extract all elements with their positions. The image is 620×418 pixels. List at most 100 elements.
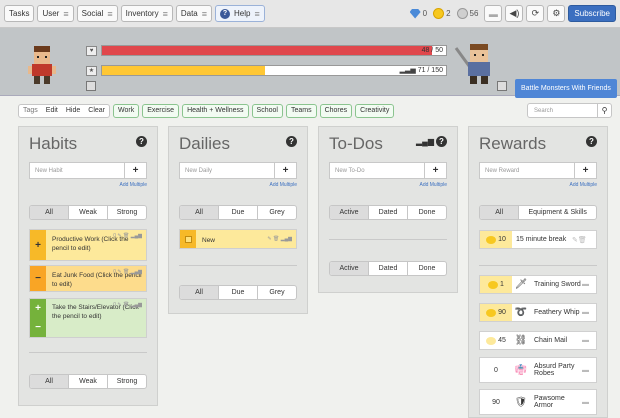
plus-button[interactable]: + [30,299,46,318]
new-daily-input[interactable]: New Daily [180,168,274,174]
user-menu[interactable]: User ≡ [37,5,74,22]
edit-icon[interactable]: ✎ [117,302,121,308]
task-controls[interactable]: 0 ✎ 🗑 ▂▄▆ [113,302,142,308]
social-menu[interactable]: Social ≡ [76,5,118,22]
edit-icon[interactable]: ✎ [117,269,121,275]
edit-icon[interactable]: ✎ [267,236,271,242]
tag-chip-chores[interactable]: Chores [319,104,353,118]
tag-chip-health[interactable]: Health + Wellness [182,104,249,118]
add-todo-button[interactable]: + [424,163,446,178]
chat-button[interactable]: ▬ [484,5,503,22]
habit-task[interactable]: − Eat Junk Food (Click the pencil to edi… [29,265,147,292]
tab-strong[interactable]: Strong [107,375,146,388]
trash-icon[interactable]: 🗑 [123,269,129,275]
chart-icon[interactable]: ▂▄▆ [131,233,142,239]
help-icon[interactable]: ? [436,136,447,147]
tab-weak[interactable]: Weak [68,375,107,388]
help-icon[interactable]: ? [586,136,597,147]
add-multiple-link[interactable]: Add Multiple [569,182,597,188]
comment-icon[interactable]: ▬ [582,367,596,374]
comment-icon[interactable]: ▬ [582,337,596,344]
shop-item[interactable]: 90 🛡 Pawsome Armor ▬ [479,389,597,415]
add-habit-button[interactable]: + [124,163,146,178]
add-multiple-link[interactable]: Add Multiple [419,182,447,188]
add-daily-button[interactable]: + [274,163,296,178]
shop-item[interactable]: 1 🗡 Training Sword ▬ [479,275,597,294]
trash-icon[interactable]: 🗑 [578,237,587,244]
subscribe-button[interactable]: Subscribe [568,5,616,22]
inventory-menu[interactable]: Inventory ≡ [120,5,173,22]
habit-task[interactable]: + − Take the Stairs/Elevator (Click the … [29,298,147,338]
tag-chip-creativity[interactable]: Creativity [355,104,395,118]
item-price-button[interactable]: 1 [480,276,512,293]
reward-price-button[interactable]: 10 [480,231,512,248]
tab-done[interactable]: Done [407,262,446,275]
plus-button[interactable]: + [30,230,46,260]
item-price-button[interactable]: 0 [480,358,512,382]
edit-icon[interactable]: ✎ [117,233,121,239]
tab-equipment-skills[interactable]: Equipment & Skills [518,206,596,219]
tab-weak[interactable]: Weak [68,206,107,219]
comment-icon[interactable]: ▬ [582,399,596,406]
task-controls[interactable]: ✎🗑 [572,236,596,244]
hide-tags-button[interactable]: Hide [62,104,84,118]
new-reward-input[interactable]: New Reward [480,168,574,174]
help-menu[interactable]: ? Help ≡ [215,5,265,22]
tab-all[interactable]: All [30,206,68,219]
chart-icon[interactable]: ▂▄▆ [131,269,142,275]
tab-dated[interactable]: Dated [368,262,407,275]
tab-all[interactable]: All [30,375,68,388]
tab-dated[interactable]: Dated [368,206,407,219]
sync-button[interactable]: ⟳ [526,5,545,22]
gems-stat[interactable]: 0 [409,8,427,19]
avatar[interactable] [20,42,64,88]
trash-icon[interactable]: 🗑 [123,233,129,239]
trash-icon[interactable]: 🗑 [123,302,129,308]
chart-icon[interactable]: ▂▄▆ [416,137,434,146]
shop-item[interactable]: 45 ⛓ Chain Mail ▬ [479,331,597,350]
search-icon[interactable]: ⚲ [597,104,611,117]
comment-icon[interactable]: ▬ [582,281,596,288]
tab-strong[interactable]: Strong [107,206,146,219]
minus-button[interactable]: − [30,318,46,337]
data-menu[interactable]: Data ≡ [175,5,213,22]
habit-task[interactable]: + Productive Work (Click the pencil to e… [29,229,147,261]
new-todo-input[interactable]: New To-Do [330,168,424,174]
search-input[interactable]: Search [528,108,597,114]
shop-item[interactable]: 90 ➰ Feathery Whip ▬ [479,303,597,322]
tasks-menu[interactable]: Tasks [4,5,35,22]
trash-icon[interactable]: 🗑 [273,236,279,242]
help-icon[interactable]: ? [286,136,297,147]
party-pet-slot-icon[interactable] [497,81,507,91]
tab-grey[interactable]: Grey [257,286,296,299]
sound-button[interactable]: ◀) [505,5,524,22]
battle-monsters-button[interactable]: Battle Monsters With Friends [515,79,617,98]
tag-chip-school[interactable]: School [251,104,283,118]
tab-active[interactable]: Active [330,206,368,219]
shop-item[interactable]: 0 👘 Absurd Party Robes ▬ [479,357,597,383]
party-member-avatar[interactable] [452,40,502,88]
tag-chip-work[interactable]: Work [113,104,140,118]
tab-due[interactable]: Due [218,206,257,219]
minus-button[interactable]: − [30,266,46,291]
tab-grey[interactable]: Grey [257,206,296,219]
chart-icon[interactable]: ▂▄▆ [131,302,142,308]
item-price-button[interactable]: 45 [480,332,512,349]
add-reward-button[interactable]: + [574,163,596,178]
add-multiple-link[interactable]: Add Multiple [269,182,297,188]
tab-all[interactable]: All [480,206,519,219]
tab-active[interactable]: Active [330,262,368,275]
edit-tags-button[interactable]: Edit [42,104,62,118]
custom-reward[interactable]: 10 15 minute break ✎🗑 [479,230,597,249]
help-icon[interactable]: ? [136,136,147,147]
new-habit-input[interactable]: New Habit [30,168,124,174]
tab-all[interactable]: All [180,206,218,219]
add-multiple-link[interactable]: Add Multiple [119,182,147,188]
settings-button[interactable]: ⚙ [547,5,566,22]
pet-slot-icon[interactable] [86,81,96,91]
task-controls[interactable]: 0 ✎ 🗑 ▂▄▆ [113,269,142,275]
tab-done[interactable]: Done [407,206,446,219]
item-price-button[interactable]: 90 [480,304,512,321]
tag-chip-exercise[interactable]: Exercise [142,104,180,118]
checkbox[interactable] [180,230,196,248]
